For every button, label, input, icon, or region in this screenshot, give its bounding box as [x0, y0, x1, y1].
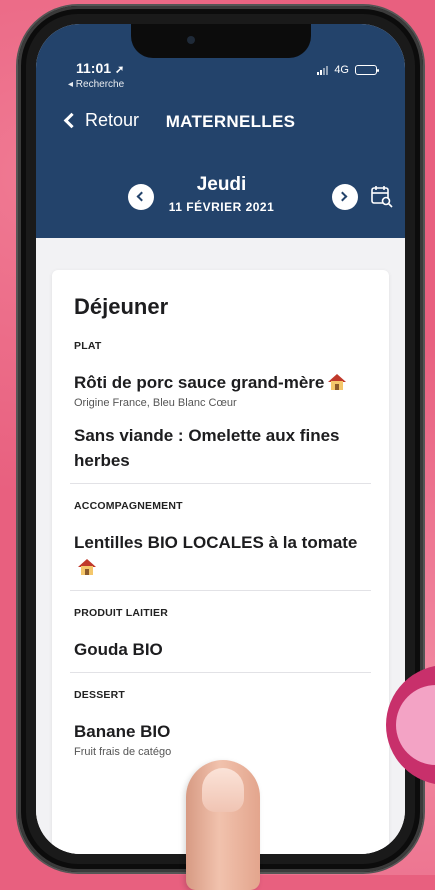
- page-title: MATERNELLES: [165, 112, 296, 131]
- battery-icon: [355, 65, 379, 75]
- status-back-app[interactable]: ◂ Recherche: [68, 79, 124, 90]
- dish-name[interactable]: Sans viande : Omelette aux fines herbes: [74, 423, 367, 473]
- camera-icon: [186, 36, 195, 44]
- phone-notch: [130, 24, 311, 58]
- section-dessert: DESSERT Banane BIO Fruit frais de catégo: [74, 689, 367, 758]
- network-label: 4G: [334, 64, 349, 76]
- dish-name-text: Rôti de porc sauce grand-mère: [74, 373, 325, 392]
- section-label: DESSERT: [74, 689, 125, 701]
- house-icon: [328, 374, 347, 390]
- dish-name[interactable]: Gouda BIO: [74, 637, 367, 662]
- dish-note: Origine France, Bleu Blanc Cœur: [74, 397, 237, 409]
- section-label: ACCOMPAGNEMENT: [74, 500, 183, 512]
- divider: [70, 672, 371, 673]
- date-navigator: Jeudi 11 FÉVRIER 2021: [36, 174, 405, 224]
- divider: [70, 483, 371, 484]
- dish-name[interactable]: Rôti de porc sauce grand-mère: [74, 370, 367, 395]
- finger-image: [186, 760, 260, 890]
- signal-icon: [317, 65, 329, 75]
- dish-note: Fruit frais de catégo: [74, 746, 172, 758]
- phone-frame: 11:01 ➚ ◂ Recherche 4G Retour MATERNELLE…: [18, 6, 423, 872]
- section-accompagnement: ACCOMPAGNEMENT Lentilles BIO LOCALES à l…: [74, 500, 367, 580]
- section-plat: PLAT Rôti de porc sauce grand-mère Origi…: [74, 340, 367, 473]
- status-indicators: 4G: [317, 64, 379, 76]
- dish-name[interactable]: Banane BIO: [74, 719, 367, 744]
- status-time-text: 11:01: [76, 60, 112, 76]
- house-icon: [78, 559, 96, 575]
- phone-screen: 11:01 ➚ ◂ Recherche 4G Retour MATERNELLE…: [36, 24, 405, 854]
- section-label: PLAT: [74, 340, 102, 352]
- next-day-button[interactable]: [332, 184, 358, 210]
- dish-name-text: Lentilles BIO LOCALES à la tomate: [74, 533, 358, 552]
- section-label: PRODUIT LAITIER: [74, 607, 168, 619]
- location-arrow-icon: ➚: [114, 64, 125, 76]
- divider: [70, 590, 371, 591]
- section-produit-laitier: PRODUIT LAITIER Gouda BIO: [74, 607, 367, 662]
- status-time: 11:01 ➚: [76, 60, 124, 76]
- calendar-search-icon[interactable]: [370, 184, 394, 208]
- chevron-right-circle-icon: [337, 191, 348, 202]
- dish-name[interactable]: Lentilles BIO LOCALES à la tomate: [74, 530, 367, 580]
- meal-title: Déjeuner: [74, 294, 169, 319]
